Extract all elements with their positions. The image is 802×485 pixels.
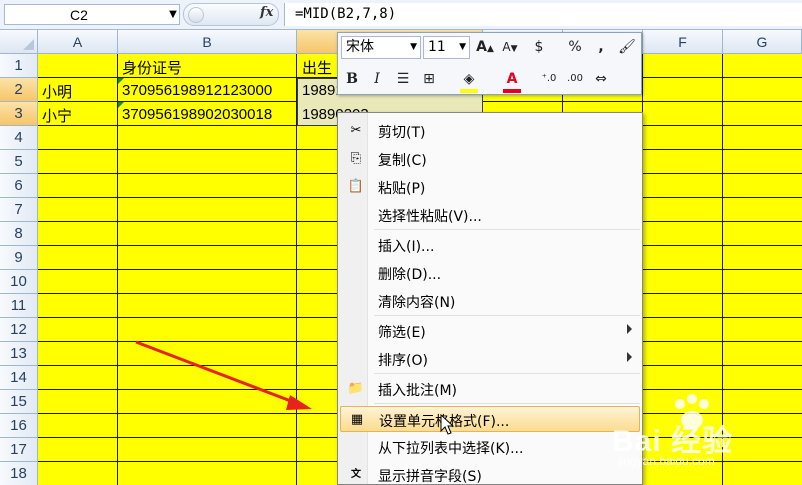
menu-label: 插入(I)... xyxy=(378,239,435,255)
menu-item-clear-contents[interactable]: 清除内容(N) xyxy=(340,288,640,314)
arrow-shaft xyxy=(135,340,297,405)
watermark: Bai 经验 jingyan.baidu.com xyxy=(612,392,802,480)
mini-toolbar: 宋体 ▼ 11 ▼ A▲ A▼ $ % , 🖌 B I ☰ ⊞ ◈ A ⁺.0 … xyxy=(337,32,642,95)
format-painter-icon[interactable]: 🖌 xyxy=(616,36,638,58)
menu-item-format-cells[interactable]: ▦ 设置单元格格式(F)... xyxy=(340,406,640,432)
font-size-value: 11 xyxy=(428,39,446,55)
menu-label: 排序(O) xyxy=(378,353,428,369)
grow-font-icon[interactable]: A▲ xyxy=(474,36,496,58)
currency-format-icon[interactable]: $ xyxy=(528,36,550,58)
arrow-head xyxy=(286,395,312,410)
mouse-cursor-icon xyxy=(440,414,455,435)
comment-icon: 📁 xyxy=(347,381,365,396)
menu-label: 删除(D)... xyxy=(378,267,442,283)
menu-label: 复制(C) xyxy=(378,153,427,169)
fill-color-icon[interactable]: ◈ xyxy=(458,68,480,90)
menu-label: 选择性粘贴(V)... xyxy=(378,209,482,225)
menu-separator xyxy=(374,403,640,404)
font-size-box[interactable]: 11 ▼ xyxy=(423,36,470,59)
menu-item-insert[interactable]: 插入(I)... xyxy=(340,232,640,258)
menu-item-delete[interactable]: 删除(D)... xyxy=(340,260,640,286)
format-cells-icon: ▦ xyxy=(350,412,364,427)
menu-separator xyxy=(374,373,640,374)
menu-item-filter[interactable]: 筛选(E) xyxy=(340,318,640,344)
menu-label: 显示拼音字段(S) xyxy=(378,469,482,485)
comma-style-icon[interactable]: , xyxy=(590,36,612,58)
increase-decimal-icon[interactable]: ⁺.0 xyxy=(538,68,560,90)
menu-item-sort[interactable]: 排序(O) xyxy=(340,346,640,372)
bold-icon[interactable]: B xyxy=(341,68,363,90)
font-name-value: 宋体 xyxy=(346,39,374,55)
fill-color-swatch xyxy=(460,89,478,93)
menu-label: 剪切(T) xyxy=(378,125,426,141)
menu-label: 清除内容(N) xyxy=(378,295,456,311)
menu-item-cut[interactable]: ✂ 剪切(T) xyxy=(340,118,640,144)
copy-icon: ⎘ xyxy=(350,151,362,166)
watermark-url: jingyan.baidu.com xyxy=(618,454,715,468)
context-menu: ✂ 剪切(T) ⎘ 复制(C) 📋 粘贴(P) 选择性粘贴(V)... 插入(I… xyxy=(337,112,643,485)
menu-item-paste-special[interactable]: 选择性粘贴(V)... xyxy=(340,202,640,228)
menu-separator xyxy=(374,315,640,316)
percent-icon[interactable]: % xyxy=(564,36,586,58)
pinyin-icon: 文 xyxy=(351,469,361,480)
chevron-down-icon[interactable]: ▼ xyxy=(459,37,466,58)
menu-label: 粘贴(P) xyxy=(378,181,426,197)
scissors-icon: ✂ xyxy=(350,123,362,138)
submenu-arrow-icon xyxy=(627,324,632,334)
borders-icon[interactable]: ⊞ xyxy=(418,68,440,90)
italic-icon[interactable]: I xyxy=(366,68,388,90)
submenu-arrow-icon xyxy=(627,352,632,362)
align-center-icon[interactable]: ☰ xyxy=(392,68,414,90)
chevron-down-icon[interactable]: ▼ xyxy=(410,37,417,58)
menu-item-copy[interactable]: ⎘ 复制(C) xyxy=(340,146,640,172)
menu-label: 从下拉列表中选择(K)... xyxy=(378,441,524,457)
shrink-font-icon[interactable]: A▼ xyxy=(499,36,521,58)
menu-item-paste[interactable]: 📋 粘贴(P) xyxy=(340,174,640,200)
font-name-box[interactable]: 宋体 ▼ xyxy=(341,36,421,59)
menu-label: 筛选(E) xyxy=(378,325,426,341)
decrease-decimal-icon[interactable]: .00 xyxy=(564,68,586,90)
font-color-swatch xyxy=(503,89,521,93)
menu-item-pick-from-list[interactable]: 从下拉列表中选择(K)... xyxy=(340,434,640,460)
merge-center-icon[interactable]: ⇔ xyxy=(590,68,612,90)
menu-item-show-phonetic[interactable]: 文 显示拼音字段(S) xyxy=(340,462,640,485)
paste-icon: 📋 xyxy=(347,179,365,194)
menu-label: 插入批注(M) xyxy=(378,383,458,399)
menu-item-insert-comment[interactable]: 📁 插入批注(M) xyxy=(340,376,640,402)
font-color-icon[interactable]: A xyxy=(501,68,523,90)
menu-separator xyxy=(374,229,640,230)
